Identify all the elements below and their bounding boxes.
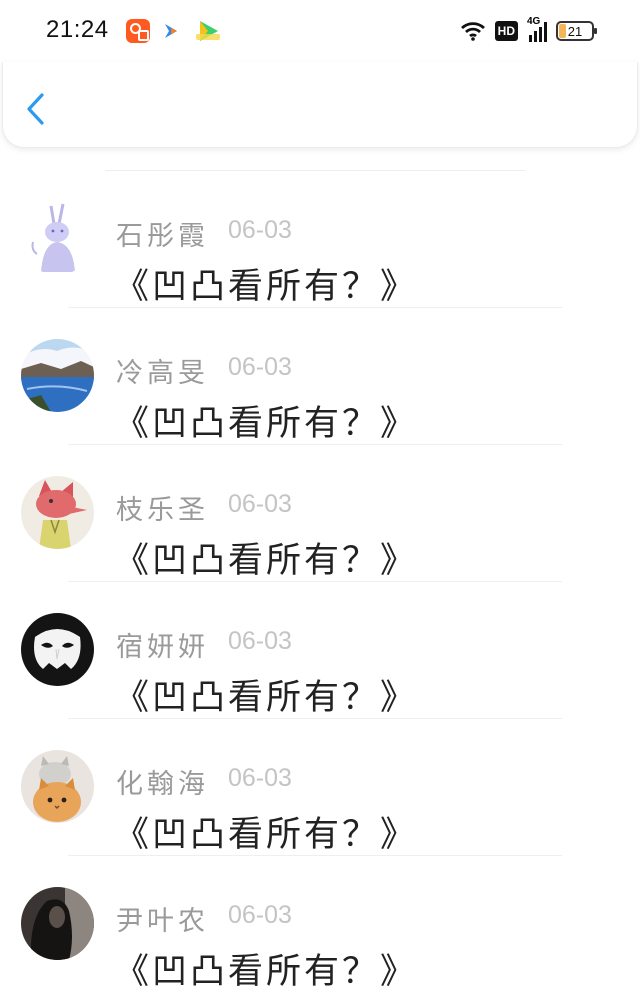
comment-item[interactable]: 宿妍妍 06-03 《凹凸看所有？》: [0, 594, 640, 731]
comment-author[interactable]: 石彤霞: [116, 214, 209, 253]
comment-date: 06-03: [228, 216, 292, 244]
divider: [68, 307, 562, 308]
kuaishou-icon: [126, 19, 150, 43]
comment-date: 06-03: [228, 627, 292, 655]
video-app-icon: [196, 21, 220, 41]
cats-avatar[interactable]: [21, 750, 94, 823]
comment-date: 06-03: [228, 901, 292, 929]
comment-text: 《凹凸看所有？》: [114, 815, 419, 855]
comment-author[interactable]: 枝乐圣: [116, 488, 209, 527]
comment-text: 《凹凸看所有？》: [114, 541, 419, 581]
comment-item[interactable]: 冷高旻 06-03 《凹凸看所有？》: [0, 320, 640, 457]
battery-level: 21: [567, 23, 583, 39]
dark-portrait-avatar[interactable]: [21, 887, 94, 960]
comment-author[interactable]: 化翰海: [116, 762, 209, 801]
comment-author[interactable]: 尹叶农: [116, 899, 209, 938]
comment-item[interactable]: 化翰海 06-03 《凹凸看所有？》: [0, 731, 640, 868]
comment-author[interactable]: 宿妍妍: [116, 625, 209, 664]
lake-landscape-avatar[interactable]: [21, 339, 94, 412]
nav-bar: [2, 62, 638, 148]
comment-text: 《凹凸看所有？》: [114, 952, 419, 992]
comment-item[interactable]: 枝乐圣 06-03 《凹凸看所有？》: [0, 457, 640, 594]
comment-date: 06-03: [228, 490, 292, 518]
battery-icon: 21: [556, 21, 597, 41]
arrow-app-icon: [165, 24, 177, 38]
network-type: 4G: [527, 16, 541, 27]
back-button[interactable]: [23, 92, 49, 126]
fox-cartoon-avatar[interactable]: [21, 476, 94, 549]
signal-icon: 4G: [527, 16, 547, 42]
comment-text: 《凹凸看所有？》: [114, 678, 419, 718]
comment-date: 06-03: [228, 353, 292, 381]
status-bar: 21:24 HD 4G 21: [0, 0, 640, 62]
comment-date: 06-03: [228, 764, 292, 792]
comment-author[interactable]: 冷高旻: [116, 351, 209, 390]
divider: [68, 855, 562, 856]
divider: [68, 718, 562, 719]
comment-item[interactable]: 石彤霞 06-03 《凹凸看所有？》: [0, 183, 640, 320]
divider: [68, 581, 562, 582]
comment-item[interactable]: 尹叶农 06-03 《凹凸看所有？》: [0, 868, 640, 1005]
hd-badge: HD: [494, 21, 518, 41]
status-time: 21:24: [46, 16, 109, 43]
divider: [68, 444, 562, 445]
mask-avatar[interactable]: [21, 613, 94, 686]
comment-text: 《凹凸看所有？》: [114, 404, 419, 444]
comment-text: 《凹凸看所有？》: [114, 267, 419, 307]
wifi-icon: [460, 22, 485, 41]
divider: [105, 170, 525, 171]
rabbit-sketch-avatar[interactable]: [21, 202, 94, 275]
